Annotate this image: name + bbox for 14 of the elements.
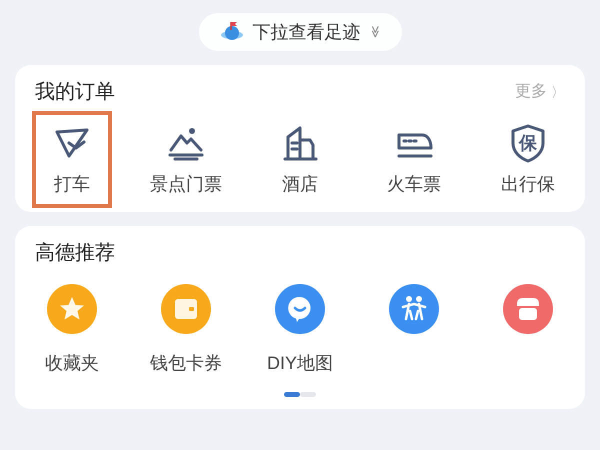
page-indicator[interactable]: [284, 392, 300, 397]
recommend-item[interactable]: 收藏夹: [22, 284, 122, 376]
recommend-item[interactable]: DIY地图: [250, 284, 350, 376]
pull-hint-label: 下拉查看足迹: [252, 20, 360, 44]
section-title: 我的订单: [35, 80, 115, 105]
chevron-icon: ≫: [366, 26, 384, 38]
order-item[interactable]: 酒店: [260, 111, 340, 208]
order-item[interactable]: 火车票: [374, 111, 454, 208]
order-item[interactable]: 保 出行保: [488, 111, 568, 208]
section-title: 高德推荐: [35, 242, 115, 264]
order-item[interactable]: 打车: [32, 111, 112, 208]
order-item[interactable]: 景点门票: [146, 111, 226, 208]
pull-hint-pill[interactable]: 下拉查看足迹 ≫: [198, 13, 402, 51]
recommend-item[interactable]: 钱包卡券: [136, 284, 236, 376]
